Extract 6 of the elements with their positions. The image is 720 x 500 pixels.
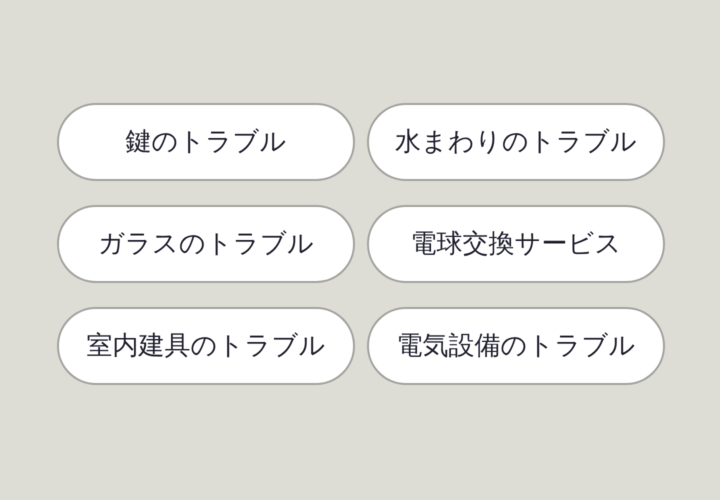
service-button[interactable]: 電気設備のトラブル [367,307,665,385]
service-button[interactable]: 電球交換サービス [367,205,665,283]
service-button[interactable]: 室内建具のトラブル [57,307,355,385]
service-button[interactable]: ガラスのトラブル [57,205,355,283]
service-button[interactable]: 水まわりのトラブル [367,103,665,181]
service-button[interactable]: 鍵のトラブル [57,103,355,181]
